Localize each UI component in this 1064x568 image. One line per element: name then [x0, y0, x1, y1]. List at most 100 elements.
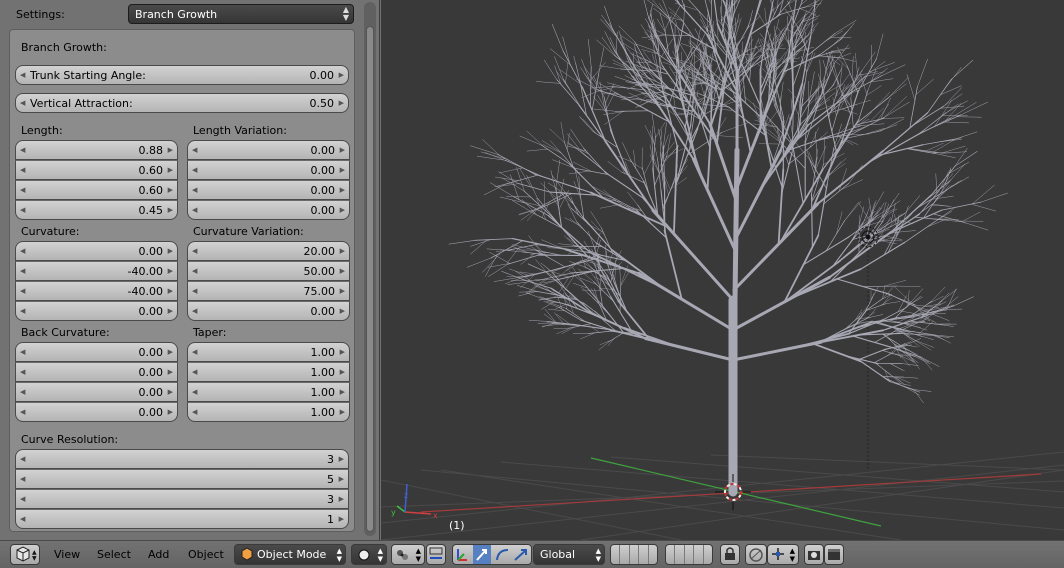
decrement-arrow-icon[interactable]: ◀ [192, 388, 197, 396]
curvature-field[interactable]: ◀ -40.00 ▶ [15, 281, 178, 301]
curvature-variation-field[interactable]: ◀ 0.00 ▶ [187, 301, 350, 321]
increment-arrow-icon[interactable]: ▶ [168, 267, 173, 275]
length-field[interactable]: ◀ 0.45 ▶ [15, 200, 178, 220]
increment-arrow-icon[interactable]: ▶ [168, 146, 173, 154]
increment-arrow-icon[interactable]: ▶ [339, 515, 344, 523]
increment-arrow-icon[interactable]: ▶ [168, 388, 173, 396]
3d-viewport[interactable]: z y x (1) [381, 0, 1064, 540]
decrement-arrow-icon[interactable]: ◀ [20, 99, 25, 107]
taper-field[interactable]: ◀ 1.00 ▶ [187, 342, 350, 362]
editor-type-button[interactable]: ▲ ▼ [10, 544, 40, 565]
decrement-arrow-icon[interactable]: ◀ [20, 267, 25, 275]
increment-arrow-icon[interactable]: ▶ [340, 186, 345, 194]
decrement-arrow-icon[interactable]: ◀ [192, 307, 197, 315]
increment-arrow-icon[interactable]: ▶ [340, 146, 345, 154]
decrement-arrow-icon[interactable]: ◀ [20, 166, 25, 174]
increment-arrow-icon[interactable]: ▶ [340, 348, 345, 356]
view-menu[interactable]: View [54, 548, 80, 561]
select-menu[interactable]: Select [97, 548, 131, 561]
layers-group-2[interactable] [665, 544, 713, 565]
decrement-arrow-icon[interactable]: ◀ [20, 348, 25, 356]
tree-object[interactable] [448, 0, 1008, 497]
snap-element-selector[interactable]: ▲ ▼ [767, 544, 799, 565]
increment-arrow-icon[interactable]: ▶ [340, 368, 345, 376]
decrement-arrow-icon[interactable]: ◀ [20, 455, 25, 463]
length-variation-field[interactable]: ◀ 0.00 ▶ [187, 140, 350, 160]
curvature-variation-field[interactable]: ◀ 50.00 ▶ [187, 261, 350, 281]
taper-field[interactable]: ◀ 1.00 ▶ [187, 382, 350, 402]
length-variation-field[interactable]: ◀ 0.00 ▶ [187, 200, 350, 220]
increment-arrow-icon[interactable]: ▶ [339, 495, 344, 503]
curvature-field[interactable]: ◀ 0.00 ▶ [15, 241, 178, 261]
increment-arrow-icon[interactable]: ▶ [340, 166, 345, 174]
proportional-editing-button[interactable] [745, 544, 767, 565]
taper-field[interactable]: ◀ 1.00 ▶ [187, 402, 350, 422]
increment-arrow-icon[interactable]: ▶ [340, 206, 345, 214]
length-variation-field[interactable]: ◀ 0.00 ▶ [187, 160, 350, 180]
length-field[interactable]: ◀ 0.60 ▶ [15, 160, 178, 180]
decrement-arrow-icon[interactable]: ◀ [20, 71, 25, 79]
increment-arrow-icon[interactable]: ▶ [168, 348, 173, 356]
increment-arrow-icon[interactable]: ▶ [168, 368, 173, 376]
length-field[interactable]: ◀ 0.60 ▶ [15, 180, 178, 200]
back-curvature-field[interactable]: ◀ 0.00 ▶ [15, 402, 178, 422]
increment-arrow-icon[interactable]: ▶ [168, 186, 173, 194]
curve-resolution-field[interactable]: ◀ 3 ▶ [15, 489, 349, 509]
increment-arrow-icon[interactable]: ▶ [168, 287, 173, 295]
decrement-arrow-icon[interactable]: ◀ [192, 267, 197, 275]
increment-arrow-icon[interactable]: ▶ [168, 206, 173, 214]
pivot-point-selector[interactable]: ▲ ▼ [391, 544, 425, 565]
render-animation-button[interactable] [824, 544, 844, 565]
decrement-arrow-icon[interactable]: ◀ [192, 348, 197, 356]
increment-arrow-icon[interactable]: ▶ [340, 287, 345, 295]
curve-resolution-field[interactable]: ◀ 5 ▶ [15, 469, 349, 489]
viewport-shading-selector[interactable]: ▲ ▼ [351, 544, 387, 565]
decrement-arrow-icon[interactable]: ◀ [20, 408, 25, 416]
decrement-arrow-icon[interactable]: ◀ [20, 287, 25, 295]
back-curvature-field[interactable]: ◀ 0.00 ▶ [15, 382, 178, 402]
curvature-field[interactable]: ◀ -40.00 ▶ [15, 261, 178, 281]
add-menu[interactable]: Add [148, 548, 169, 561]
lock-layers-button[interactable] [720, 544, 740, 565]
layers-group-1[interactable] [610, 544, 658, 565]
curvature-variation-field[interactable]: ◀ 20.00 ▶ [187, 241, 350, 261]
manipulator-icon[interactable] [453, 545, 531, 564]
decrement-arrow-icon[interactable]: ◀ [20, 307, 25, 315]
trunk-starting-angle-field[interactable]: ◀ Trunk Starting Angle: 0.00 ▶ [15, 65, 349, 85]
decrement-arrow-icon[interactable]: ◀ [192, 408, 197, 416]
increment-arrow-icon[interactable]: ▶ [340, 388, 345, 396]
decrement-arrow-icon[interactable]: ◀ [20, 186, 25, 194]
decrement-arrow-icon[interactable]: ◀ [20, 388, 25, 396]
length-field[interactable]: ◀ 0.88 ▶ [15, 140, 178, 160]
increment-arrow-icon[interactable]: ▶ [340, 267, 345, 275]
decrement-arrow-icon[interactable]: ◀ [192, 368, 197, 376]
decrement-arrow-icon[interactable]: ◀ [20, 247, 25, 255]
increment-arrow-icon[interactable]: ▶ [339, 475, 344, 483]
back-curvature-field[interactable]: ◀ 0.00 ▶ [15, 342, 178, 362]
increment-arrow-icon[interactable]: ▶ [168, 307, 173, 315]
mode-selector[interactable]: Object Mode ▲ ▼ [234, 544, 346, 565]
decrement-arrow-icon[interactable]: ◀ [192, 186, 197, 194]
curvature-field[interactable]: ◀ 0.00 ▶ [15, 301, 178, 321]
increment-arrow-icon[interactable]: ▶ [340, 408, 345, 416]
decrement-arrow-icon[interactable]: ◀ [192, 206, 197, 214]
render-still-button[interactable] [804, 544, 824, 565]
decrement-arrow-icon[interactable]: ◀ [192, 247, 197, 255]
decrement-arrow-icon[interactable]: ◀ [192, 166, 197, 174]
increment-arrow-icon[interactable]: ▶ [339, 71, 344, 79]
increment-arrow-icon[interactable]: ▶ [168, 166, 173, 174]
taper-field[interactable]: ◀ 1.00 ▶ [187, 362, 350, 382]
decrement-arrow-icon[interactable]: ◀ [20, 206, 25, 214]
decrement-arrow-icon[interactable]: ◀ [20, 146, 25, 154]
curve-resolution-field[interactable]: ◀ 3 ▶ [15, 449, 349, 469]
increment-arrow-icon[interactable]: ▶ [340, 247, 345, 255]
decrement-arrow-icon[interactable]: ◀ [20, 475, 25, 483]
panel-scrollbar-thumb[interactable] [366, 26, 374, 532]
back-curvature-field[interactable]: ◀ 0.00 ▶ [15, 362, 178, 382]
increment-arrow-icon[interactable]: ▶ [339, 99, 344, 107]
increment-arrow-icon[interactable]: ▶ [168, 408, 173, 416]
curvature-variation-field[interactable]: ◀ 75.00 ▶ [187, 281, 350, 301]
vertical-attraction-field[interactable]: ◀ Vertical Attraction: 0.50 ▶ [15, 93, 349, 113]
transform-orientation-selector[interactable]: Global ▲ ▼ [533, 544, 605, 565]
increment-arrow-icon[interactable]: ▶ [339, 455, 344, 463]
